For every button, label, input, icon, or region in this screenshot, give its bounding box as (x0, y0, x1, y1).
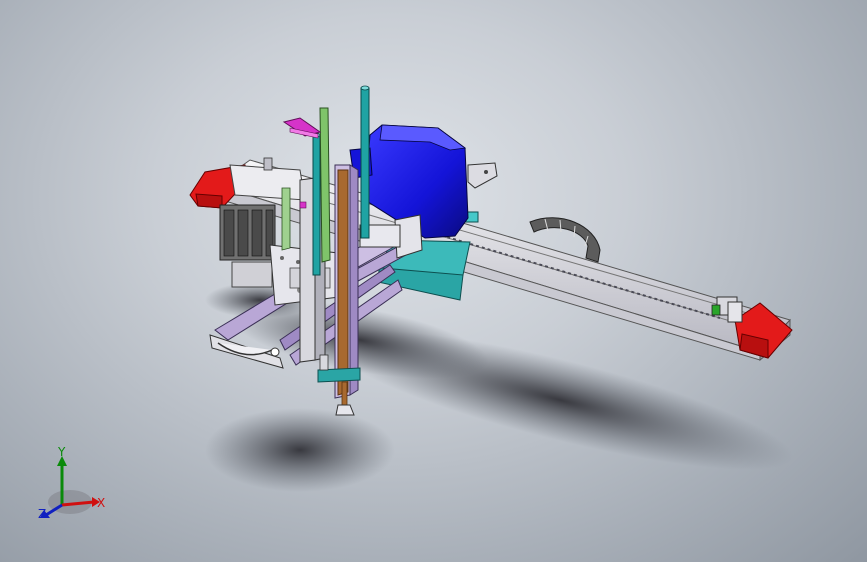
y-axis-label: Y (58, 445, 66, 459)
sensor-bracket (282, 117, 322, 139)
vertical-rod-tall (360, 85, 370, 239)
gantry-robot-model[interactable] (0, 0, 867, 562)
cad-3d-viewport[interactable]: X Y Z (0, 0, 867, 562)
z-axis-label: Z (38, 507, 47, 521)
left-mount-plate (229, 157, 306, 201)
pink-accent-block (299, 201, 307, 209)
x-axis-label: X (97, 496, 106, 510)
cable-chain-left (219, 204, 276, 288)
coordinate-triad (40, 456, 100, 518)
vertical-rod-short (312, 132, 321, 276)
z-column-right[interactable] (334, 164, 359, 399)
